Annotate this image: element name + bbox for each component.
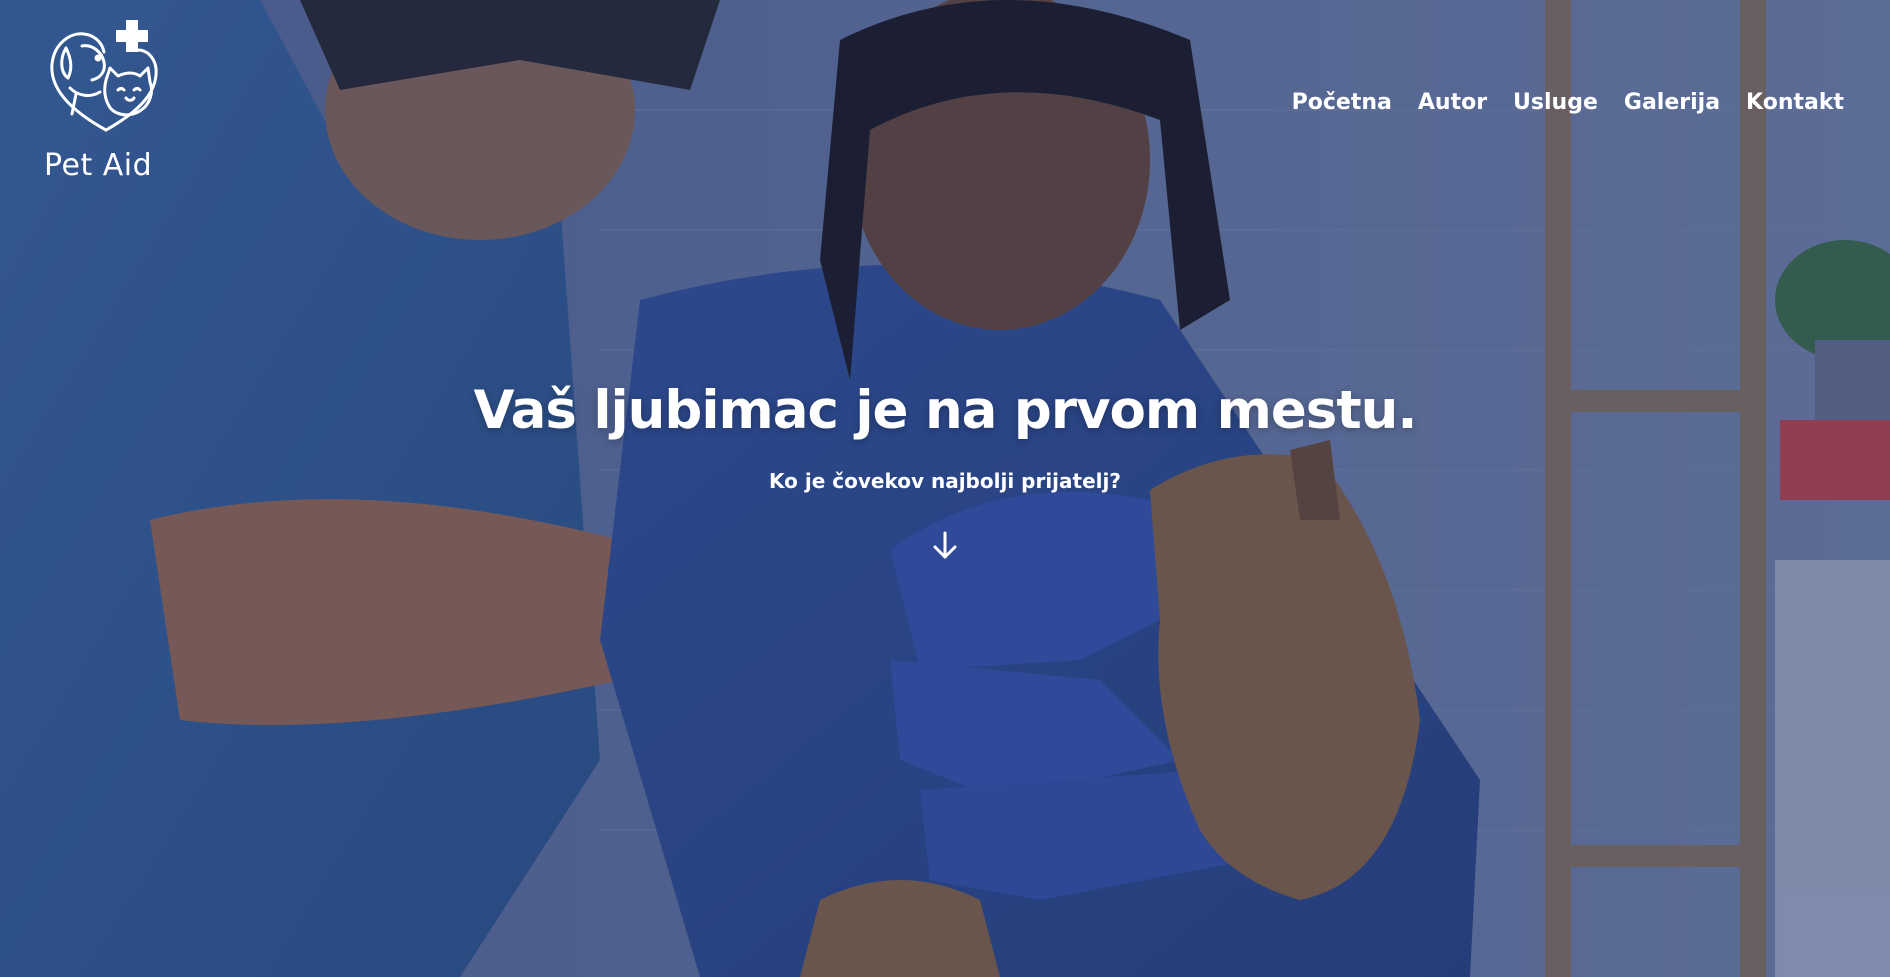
hero-subline: Ko je čovekov najbolji prijatelj?: [769, 469, 1121, 493]
nav-item-usluge[interactable]: Usluge: [1513, 90, 1598, 115]
nav-item-pocetna[interactable]: Početna: [1292, 90, 1392, 115]
hero-content: Vaš ljubimac je na prvom mestu. Ko je čo…: [0, 380, 1890, 567]
nav-item-kontakt[interactable]: Kontakt: [1746, 90, 1844, 115]
arrow-down-icon[interactable]: [928, 529, 962, 563]
nav-item-galerija[interactable]: Galerija: [1624, 90, 1720, 115]
brand-name: Pet Aid: [44, 148, 153, 183]
hero-headline: Vaš ljubimac je na prvom mestu.: [473, 380, 1417, 441]
nav-item-autor[interactable]: Autor: [1418, 90, 1487, 115]
hero-section: Pet Aid Početna Autor Usluge Galerija Ko…: [0, 0, 1890, 977]
main-navigation: Početna Autor Usluge Galerija Kontakt: [1292, 90, 1844, 115]
pet-aid-logo-icon: [50, 20, 158, 132]
brand-logo[interactable]: Pet Aid: [40, 18, 170, 183]
